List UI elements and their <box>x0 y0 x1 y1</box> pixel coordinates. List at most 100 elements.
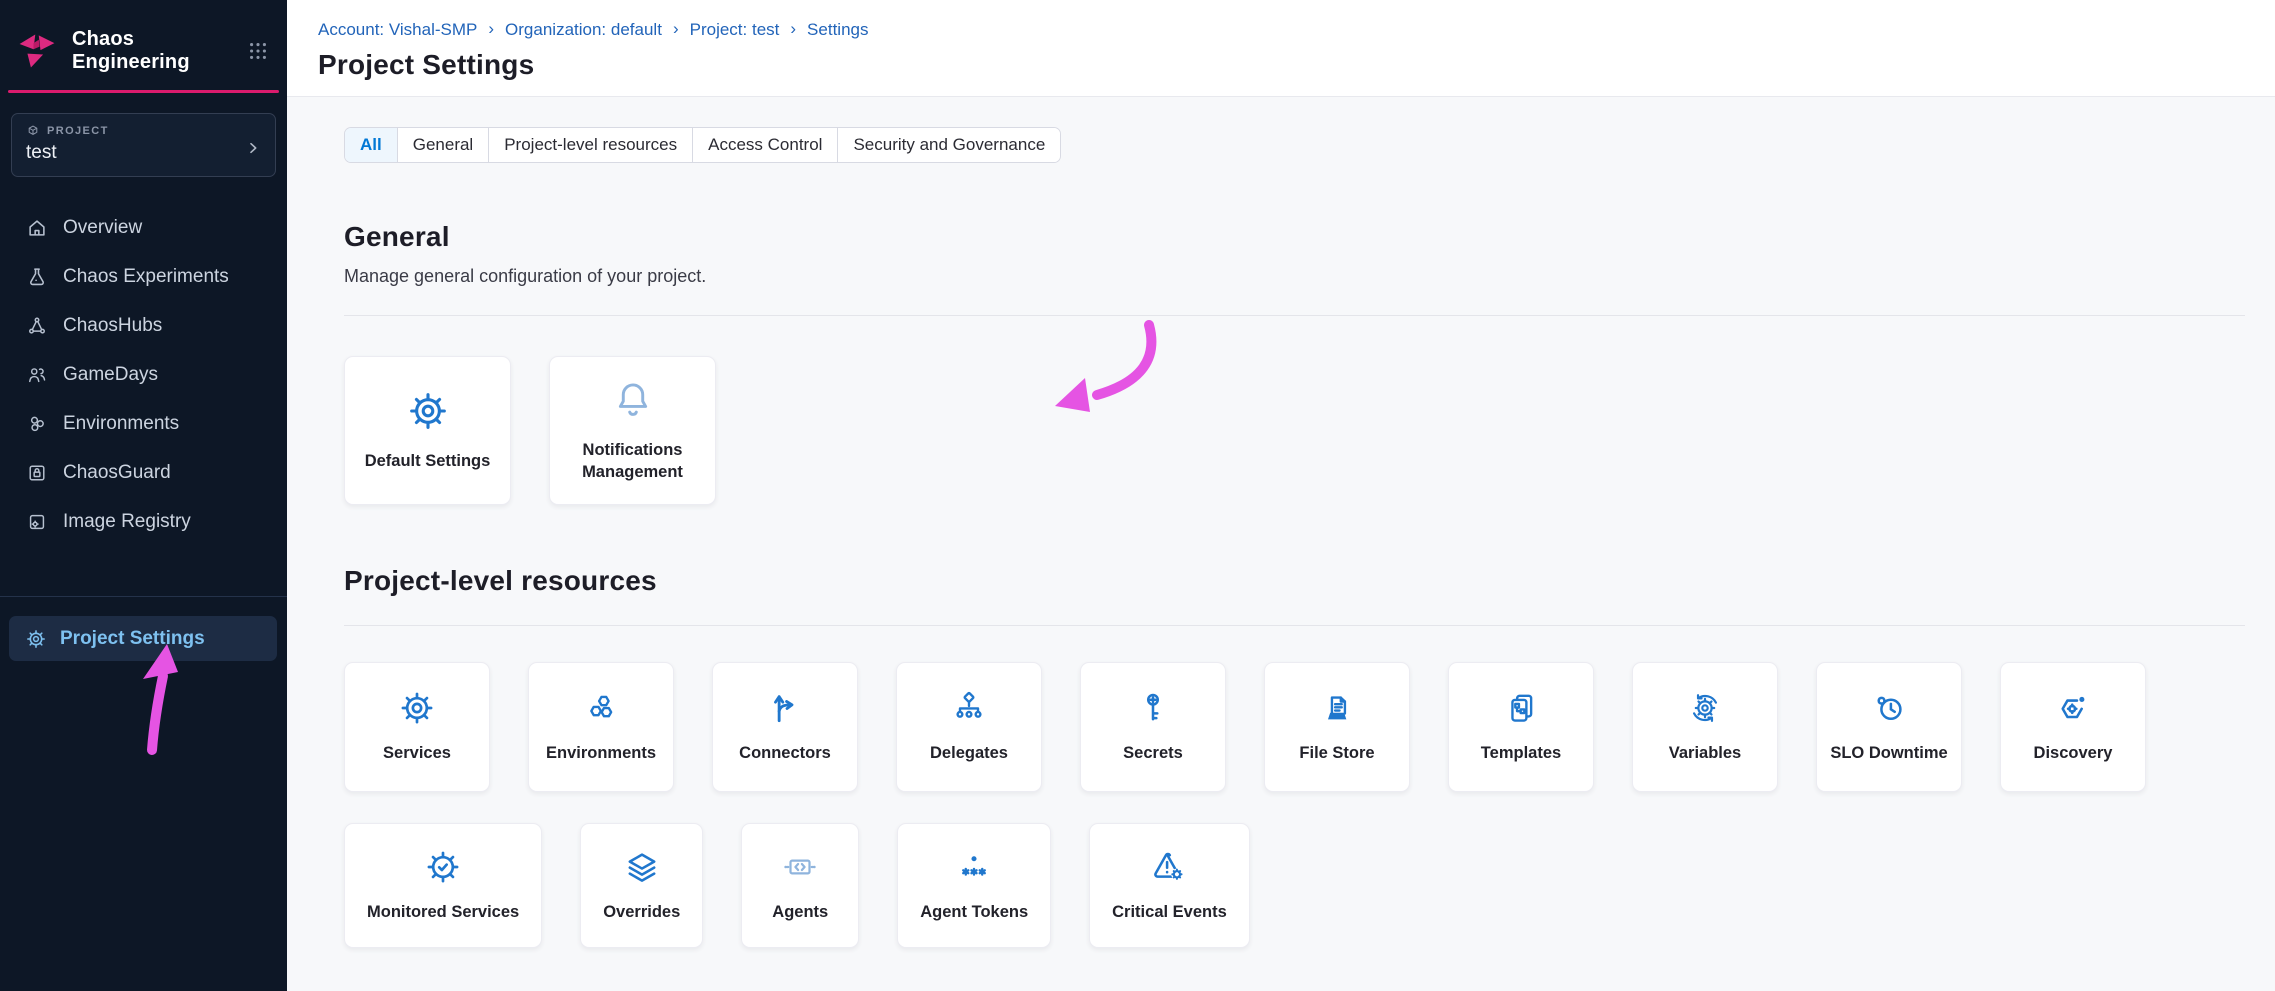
card-secrets[interactable]: Secrets <box>1080 662 1226 792</box>
lock-icon <box>26 462 48 484</box>
gear-icon <box>25 628 47 650</box>
card-connectors[interactable]: Connectors <box>712 662 858 792</box>
breadcrumb-separator-icon: › <box>673 19 679 39</box>
card-label: Agent Tokens <box>920 901 1028 923</box>
sidebar-item-label: Project Settings <box>60 628 205 650</box>
project-selector-label: PROJECT <box>47 125 109 137</box>
card-label: Secrets <box>1123 742 1183 764</box>
card-delegates[interactable]: Delegates <box>896 662 1042 792</box>
layers-icon <box>623 848 661 886</box>
tab-access-control[interactable]: Access Control <box>692 128 837 162</box>
breadcrumb-account[interactable]: Account: Vishal-SMP <box>318 20 477 40</box>
sidebar-item-chaoshubs[interactable]: ChaosHubs <box>0 301 287 350</box>
card-discovery[interactable]: Discovery <box>2000 662 2146 792</box>
card-monitored-services[interactable]: Monitored Services <box>344 823 542 948</box>
card-environments[interactable]: Environments <box>528 662 674 792</box>
file-store-icon <box>1318 689 1356 727</box>
card-label: Agents <box>772 901 828 923</box>
sidebar-item-chaos-experiments[interactable]: Chaos Experiments <box>0 252 287 301</box>
sidebar-item-label: GameDays <box>63 364 158 386</box>
card-label: Overrides <box>603 901 680 923</box>
card-variables[interactable]: Variables <box>1632 662 1778 792</box>
harness-logo-icon <box>16 31 58 71</box>
sidebar-item-label: Environments <box>63 413 179 435</box>
people-icon <box>26 364 48 386</box>
section-divider <box>344 625 2245 626</box>
card-label: Templates <box>1481 742 1561 764</box>
key-icon <box>1134 689 1172 727</box>
sidebar-item-label: Chaos Experiments <box>63 266 229 288</box>
templates-icon <box>1502 689 1540 727</box>
card-agents[interactable]: Agents <box>741 823 859 948</box>
card-label: Critical Events <box>1112 901 1227 923</box>
hexagon-gear-icon <box>2054 689 2092 727</box>
breadcrumb-project[interactable]: Project: test <box>690 20 780 40</box>
resources-row-1: Services Environments Connectors Delegat… <box>344 662 2245 792</box>
section-description-general: Manage general configuration of your pro… <box>344 266 2245 287</box>
breadcrumb-settings[interactable]: Settings <box>807 20 868 40</box>
card-services[interactable]: Services <box>344 662 490 792</box>
card-agent-tokens[interactable]: Agent Tokens <box>897 823 1051 948</box>
sidebar-item-chaosguard[interactable]: ChaosGuard <box>0 448 287 497</box>
hierarchy-icon <box>950 689 988 727</box>
breadcrumb: Account: Vishal-SMP › Organization: defa… <box>318 20 2245 40</box>
code-brackets-icon <box>781 848 819 886</box>
page-header: Account: Vishal-SMP › Organization: defa… <box>287 0 2275 97</box>
card-file-store[interactable]: File Store <box>1264 662 1410 792</box>
card-overrides[interactable]: Overrides <box>580 823 703 948</box>
sidebar-item-label: Image Registry <box>63 511 191 533</box>
tab-project-level-resources[interactable]: Project-level resources <box>488 128 692 162</box>
card-label: Monitored Services <box>367 901 519 923</box>
sidebar-item-label: ChaosHubs <box>63 315 162 337</box>
gear-icon <box>398 689 436 727</box>
card-label: Services <box>383 742 451 764</box>
card-critical-events[interactable]: Critical Events <box>1089 823 1250 948</box>
gear-sync-icon <box>1686 689 1724 727</box>
card-notifications-management[interactable]: Notifications Management <box>549 356 716 505</box>
circles-icon <box>26 413 48 435</box>
bell-icon <box>611 378 655 422</box>
card-label: File Store <box>1299 742 1374 764</box>
section-title-general: General <box>344 221 2245 253</box>
card-label: Discovery <box>2034 742 2113 764</box>
general-cards-row: Default Settings Notifications Managemen… <box>344 356 2245 505</box>
project-selector[interactable]: PROJECT test <box>11 113 276 177</box>
fork-arrow-icon <box>766 689 804 727</box>
sidebar: Chaos Engineering PROJECT test Overview … <box>0 0 287 991</box>
gear-check-icon <box>424 848 462 886</box>
sidebar-item-gamedays[interactable]: GameDays <box>0 350 287 399</box>
page-title: Project Settings <box>318 49 2245 81</box>
sidebar-item-label: Overview <box>63 217 142 239</box>
sidebar-nav: Overview Chaos Experiments ChaosHubs Gam… <box>0 203 287 546</box>
sidebar-item-overview[interactable]: Overview <box>0 203 287 252</box>
card-slo-downtime[interactable]: SLO Downtime <box>1816 662 1962 792</box>
sidebar-item-environments[interactable]: Environments <box>0 399 287 448</box>
tab-all[interactable]: All <box>345 128 397 162</box>
flask-icon <box>26 266 48 288</box>
sidebar-item-label: ChaosGuard <box>63 462 171 484</box>
breadcrumb-separator-icon: › <box>488 19 494 39</box>
gear-icon <box>406 389 450 433</box>
molecule-icon <box>26 315 48 337</box>
main-content: Account: Vishal-SMP › Organization: defa… <box>287 0 2275 991</box>
tab-general[interactable]: General <box>397 128 488 162</box>
sidebar-divider <box>0 596 287 597</box>
grid-icon[interactable] <box>247 40 269 62</box>
asterisks-icon <box>955 848 993 886</box>
warning-gear-icon <box>1150 848 1188 886</box>
card-default-settings[interactable]: Default Settings <box>344 356 511 505</box>
cube-icon <box>26 124 40 138</box>
sidebar-item-project-settings[interactable]: Project Settings <box>9 616 277 661</box>
section-divider <box>344 315 2245 316</box>
tab-security-and-governance[interactable]: Security and Governance <box>837 128 1060 162</box>
app-title: Chaos Engineering <box>72 28 247 74</box>
section-title-project-level-resources: Project-level resources <box>344 565 2245 597</box>
card-label: Notifications Management <box>567 439 699 484</box>
card-label: Environments <box>546 742 656 764</box>
hexagons-icon <box>582 689 620 727</box>
breadcrumb-organization[interactable]: Organization: default <box>505 20 662 40</box>
sidebar-item-image-registry[interactable]: Image Registry <box>0 497 287 546</box>
card-templates[interactable]: Templates <box>1448 662 1594 792</box>
card-label: Delegates <box>930 742 1008 764</box>
settings-content: All General Project-level resources Acce… <box>287 97 2275 948</box>
